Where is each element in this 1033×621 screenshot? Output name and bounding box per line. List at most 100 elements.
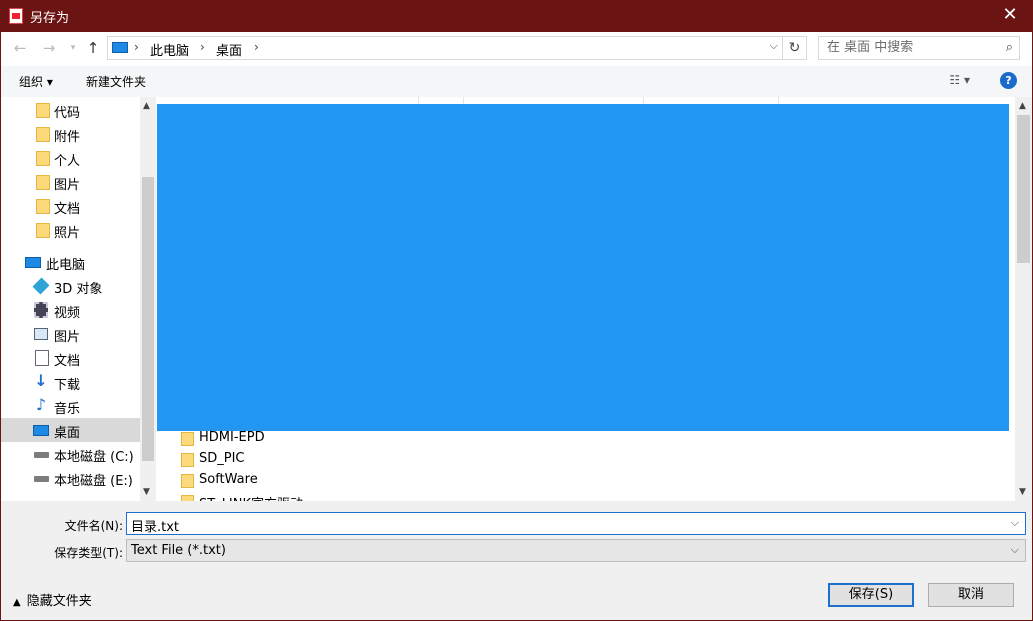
toolbar: 组织 ▾ 新建文件夹 ☷ ▾ ? bbox=[1, 66, 1032, 97]
folder-icon bbox=[36, 103, 50, 118]
filename-label: 文件名(N): bbox=[64, 519, 123, 533]
sidebar-item-pictures-folder[interactable]: 图片 bbox=[1, 170, 140, 194]
filename-value[interactable]: 目录.txt bbox=[131, 516, 179, 535]
3d-objects-icon bbox=[32, 277, 50, 295]
file-name: HDMI-EPD bbox=[199, 430, 265, 445]
column-divider[interactable] bbox=[463, 97, 464, 104]
folder-icon bbox=[36, 199, 50, 214]
sidebar-item-label: 本地磁盘 (E:) bbox=[54, 474, 133, 489]
view-options-icon[interactable]: ☷ ▾ bbox=[949, 73, 970, 87]
sidebar-item-label: 图片 bbox=[54, 178, 81, 193]
chevron-right-icon[interactable]: › bbox=[134, 40, 139, 54]
sidebar-item-label: 此电脑 bbox=[46, 258, 86, 273]
drive-icon bbox=[34, 476, 49, 482]
search-icon[interactable]: ⌕ bbox=[1006, 40, 1013, 55]
sidebar-item-label: 3D 对象 bbox=[54, 282, 103, 297]
sidebar-item-music[interactable]: ♪ 音乐 bbox=[1, 394, 140, 418]
app-icon bbox=[9, 8, 23, 24]
scroll-up-icon[interactable]: ▲ bbox=[1019, 101, 1026, 111]
close-button[interactable]: ✕ bbox=[987, 0, 1033, 32]
folder-icon bbox=[36, 175, 50, 190]
up-arrow-icon[interactable]: ↑ bbox=[82, 38, 104, 58]
sidebar-item-photos[interactable]: 照片 bbox=[1, 218, 140, 242]
forward-arrow-icon[interactable]: → bbox=[38, 38, 60, 58]
filetype-select[interactable]: Text File (*.txt) ⌵ bbox=[126, 539, 1026, 562]
sidebar-item-label: 附件 bbox=[54, 130, 81, 145]
column-divider[interactable] bbox=[418, 97, 419, 104]
scroll-down-icon[interactable]: ▼ bbox=[143, 487, 150, 497]
file-name: SD_PIC bbox=[199, 451, 245, 466]
sidebar-item-label: 文档 bbox=[54, 354, 81, 369]
sidebar-item-documents[interactable]: 文档 bbox=[1, 346, 140, 370]
sidebar-item-videos[interactable]: 视频 bbox=[1, 298, 140, 322]
sidebar-item-drive-c[interactable]: 本地磁盘 (C:) bbox=[1, 442, 140, 466]
sidebar-item-downloads[interactable]: ↓ 下载 bbox=[1, 370, 140, 394]
chevron-right-icon[interactable]: › bbox=[254, 40, 259, 54]
sidebar-item-drive-e[interactable]: 本地磁盘 (E:) bbox=[1, 466, 140, 490]
scrollbar-thumb[interactable] bbox=[1017, 115, 1030, 263]
file-name: ST_LINK官方驱动 bbox=[199, 493, 303, 501]
filetype-value: Text File (*.txt) bbox=[131, 543, 226, 558]
sidebar-item-this-pc[interactable]: 此电脑 bbox=[1, 250, 140, 274]
chevron-up-icon: ▲ bbox=[13, 597, 21, 608]
organize-button[interactable]: 组织 ▾ bbox=[19, 73, 53, 90]
sidebar-item-documents-folder[interactable]: 文档 bbox=[1, 194, 140, 218]
scroll-down-icon[interactable]: ▼ bbox=[1019, 487, 1026, 497]
folder-icon bbox=[36, 223, 50, 238]
title-bar: 另存为 ✕ bbox=[0, 0, 1033, 32]
sidebar-item-3d-objects[interactable]: 3D 对象 bbox=[1, 274, 140, 298]
sidebar-item-label: 文档 bbox=[54, 202, 81, 217]
chevron-right-icon[interactable]: › bbox=[200, 40, 205, 54]
music-icon: ♪ bbox=[35, 395, 47, 414]
scroll-up-icon[interactable]: ▲ bbox=[143, 101, 150, 111]
documents-icon bbox=[35, 350, 49, 366]
sidebar-item-label: 音乐 bbox=[54, 402, 81, 417]
folder-icon bbox=[181, 432, 194, 446]
computer-icon bbox=[25, 257, 41, 268]
sidebar-item-label: 代码 bbox=[54, 106, 81, 121]
sidebar-item-desktop[interactable]: 桌面 bbox=[1, 418, 140, 442]
address-bar[interactable]: › 此电脑 › 桌面 › ⌵ ↻ bbox=[107, 36, 807, 60]
sidebar-item-label: 视频 bbox=[54, 306, 81, 321]
column-divider[interactable] bbox=[643, 97, 644, 104]
filetype-label: 保存类型(T): bbox=[54, 546, 123, 560]
search-box[interactable]: ⌕ bbox=[818, 36, 1020, 60]
chevron-down-icon[interactable]: ⌵ bbox=[1011, 543, 1019, 557]
hide-folders-toggle[interactable]: ▲ 隐藏文件夹 bbox=[13, 590, 92, 609]
filename-field[interactable]: 目录.txt ⌵ bbox=[126, 512, 1026, 535]
sidebar-item-personal[interactable]: 个人 bbox=[1, 146, 140, 170]
column-divider[interactable] bbox=[778, 97, 779, 104]
drive-icon bbox=[34, 452, 49, 458]
sidebar-item-code[interactable]: 代码 bbox=[1, 98, 140, 122]
content-scrollbar[interactable]: ▲ ▼ bbox=[1015, 97, 1032, 501]
redaction-overlay bbox=[157, 104, 1009, 431]
save-button[interactable]: 保存(S) bbox=[828, 583, 914, 607]
sidebar-item-attachments[interactable]: 附件 bbox=[1, 122, 140, 146]
cancel-button[interactable]: 取消 bbox=[928, 583, 1014, 607]
back-arrow-icon[interactable]: ← bbox=[9, 38, 31, 58]
chevron-down-icon[interactable]: ⌵ bbox=[1011, 516, 1019, 530]
scrollbar-thumb[interactable] bbox=[142, 177, 154, 461]
sidebar-item-label: 桌面 bbox=[54, 426, 81, 441]
folder-icon bbox=[181, 474, 194, 488]
window-title: 另存为 bbox=[30, 11, 70, 26]
breadcrumb-this-pc[interactable]: 此电脑 bbox=[150, 40, 189, 59]
hide-folders-label: 隐藏文件夹 bbox=[26, 594, 92, 609]
recent-dropdown-icon[interactable]: ▾ bbox=[62, 38, 84, 58]
pictures-icon bbox=[34, 328, 48, 340]
download-icon: ↓ bbox=[34, 371, 48, 390]
chevron-down-icon[interactable]: ⌵ bbox=[770, 39, 778, 53]
breadcrumb-desktop[interactable]: 桌面 bbox=[216, 40, 242, 59]
sort-caret-icon[interactable]: ^ bbox=[290, 97, 298, 103]
new-folder-button[interactable]: 新建文件夹 bbox=[86, 73, 146, 90]
navigation-scrollbar[interactable]: ▲ ▼ bbox=[140, 97, 156, 501]
sidebar-item-pictures[interactable]: 图片 bbox=[1, 322, 140, 346]
sidebar-item-label: 照片 bbox=[54, 226, 81, 241]
folder-icon bbox=[36, 151, 50, 166]
refresh-icon[interactable]: ↻ bbox=[782, 37, 806, 59]
navigation-pane: 代码 附件 个人 图片 文档 照片 此电脑 3D 对象 视频 图片 文档 ↓ 下… bbox=[1, 97, 156, 501]
help-icon[interactable]: ? bbox=[1000, 72, 1017, 89]
search-input[interactable] bbox=[827, 40, 987, 55]
video-icon bbox=[34, 302, 48, 318]
file-name: SoftWare bbox=[199, 472, 258, 487]
